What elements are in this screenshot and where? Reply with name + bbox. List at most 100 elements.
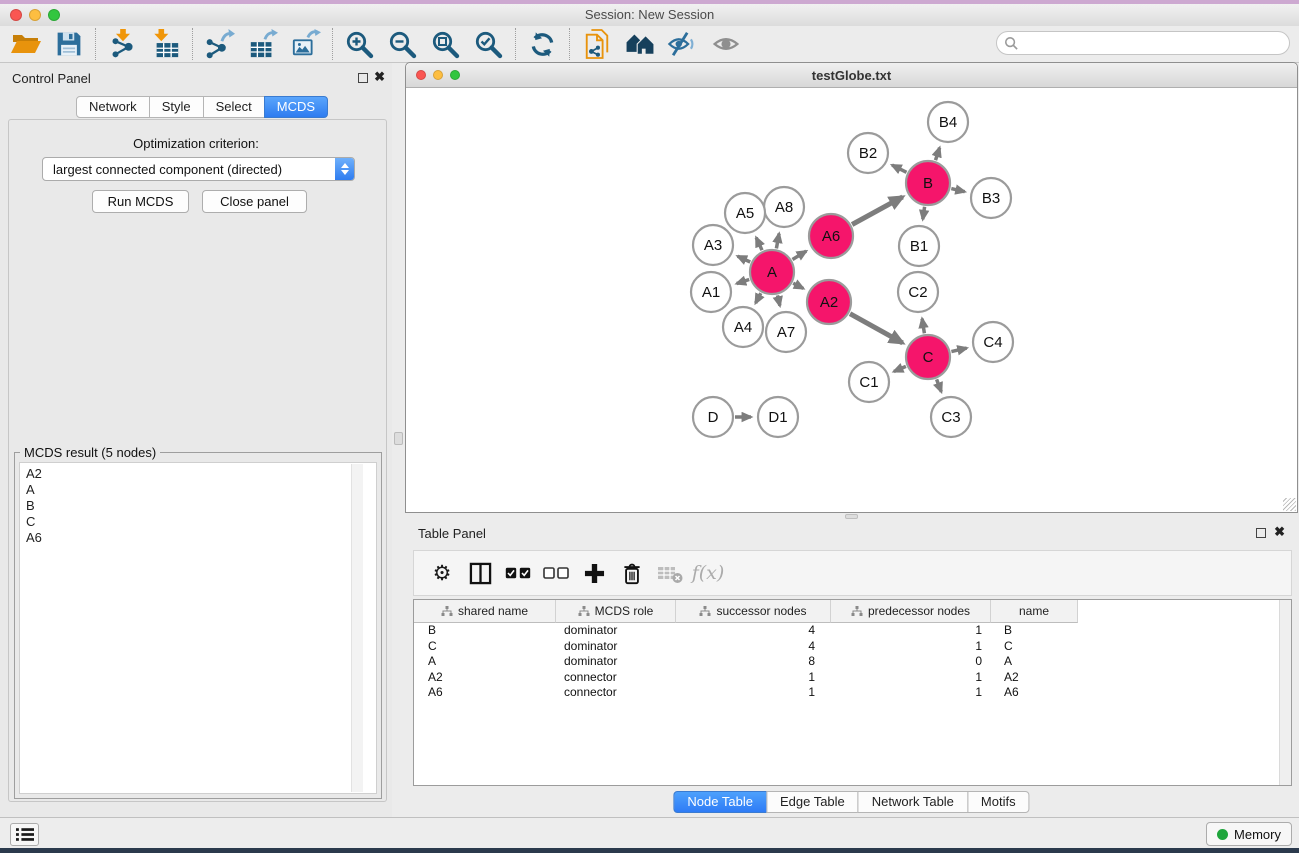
- deselect-all-columns-button[interactable]: [542, 556, 570, 590]
- graph-edge-A6-B[interactable]: [852, 197, 903, 225]
- table-cell[interactable]: A: [991, 654, 1078, 670]
- network-list-button[interactable]: [10, 823, 39, 846]
- graph-edge-A-A8[interactable]: [776, 234, 779, 249]
- graph-edge-B-B1[interactable]: [923, 207, 925, 220]
- create-new-column-button[interactable]: [580, 556, 608, 590]
- open-session-button[interactable]: [4, 26, 47, 62]
- table-row-A[interactable]: Adominator80A: [414, 654, 1291, 670]
- hide-selected-button[interactable]: [661, 26, 704, 62]
- delete-table-button[interactable]: [656, 556, 684, 590]
- tab-node-table[interactable]: Node Table: [673, 791, 767, 813]
- table-cell[interactable]: 1: [831, 639, 991, 655]
- table-row-B[interactable]: Bdominator41B: [414, 623, 1291, 639]
- run-mcds-button[interactable]: Run MCDS: [92, 190, 189, 213]
- graph-node-A4[interactable]: A4: [723, 307, 763, 347]
- graph-node-C4[interactable]: C4: [973, 322, 1013, 362]
- zoom-selected-button[interactable]: [467, 26, 510, 62]
- result-list-item[interactable]: C: [26, 514, 376, 530]
- table-cell[interactable]: connector: [556, 685, 676, 701]
- result-list-item[interactable]: A6: [26, 530, 376, 546]
- table-cell[interactable]: A: [414, 654, 556, 670]
- table-cell[interactable]: 1: [831, 623, 991, 639]
- table-cell[interactable]: 4: [676, 639, 831, 655]
- show-hidden-button[interactable]: [704, 26, 747, 62]
- graph-node-A[interactable]: A: [750, 250, 794, 294]
- export-image-button[interactable]: [284, 26, 327, 62]
- graph-edge-A-A4[interactable]: [756, 293, 761, 303]
- table-cell[interactable]: A6: [991, 685, 1078, 701]
- graph-node-A6[interactable]: A6: [809, 214, 853, 258]
- tab-motifs[interactable]: Motifs: [967, 791, 1030, 813]
- graph-node-C2[interactable]: C2: [898, 272, 938, 312]
- graph-edge-C-C4[interactable]: [951, 348, 966, 352]
- close-panel-icon[interactable]: ✖: [374, 69, 385, 85]
- tab-style[interactable]: Style: [149, 96, 204, 118]
- graph-node-A8[interactable]: A8: [764, 187, 804, 227]
- new-network-from-selection-button[interactable]: [575, 26, 618, 62]
- panel-splitter-horizontal[interactable]: [405, 513, 1299, 520]
- float-panel-icon[interactable]: [1256, 528, 1266, 538]
- tab-select[interactable]: Select: [203, 96, 265, 118]
- table-cell[interactable]: 4: [676, 623, 831, 639]
- column-settings-button[interactable]: ⚙: [428, 556, 456, 590]
- table-row-C[interactable]: Cdominator41C: [414, 639, 1291, 655]
- table-cell[interactable]: 1: [676, 670, 831, 686]
- graph-edge-C-C1[interactable]: [894, 366, 906, 371]
- refresh-view-button[interactable]: [521, 26, 564, 62]
- table-row-A2[interactable]: A2connector11A2: [414, 670, 1291, 686]
- table-cell[interactable]: B: [414, 623, 556, 639]
- graph-edge-B-B4[interactable]: [936, 148, 940, 161]
- float-panel-icon[interactable]: [358, 73, 368, 83]
- graph-node-C[interactable]: C: [906, 335, 950, 379]
- table-cell[interactable]: C: [414, 639, 556, 655]
- graph-node-B[interactable]: B: [906, 161, 950, 205]
- graph-edge-A2-C[interactable]: [850, 314, 903, 343]
- table-cell[interactable]: dominator: [556, 639, 676, 655]
- graph-node-D1[interactable]: D1: [758, 397, 798, 437]
- graph-edge-A-A6[interactable]: [793, 251, 807, 259]
- column-header-successor-nodes[interactable]: successor nodes: [676, 600, 831, 623]
- tab-network[interactable]: Network: [76, 96, 150, 118]
- zoom-in-button[interactable]: [338, 26, 381, 62]
- memory-button[interactable]: Memory: [1206, 822, 1292, 846]
- splitter-handle[interactable]: [394, 432, 403, 445]
- table-cell[interactable]: C: [991, 639, 1078, 655]
- graph-node-B4[interactable]: B4: [928, 102, 968, 142]
- table-cell[interactable]: A6: [414, 685, 556, 701]
- table-cell[interactable]: B: [991, 623, 1078, 639]
- search-input[interactable]: [1019, 33, 1289, 53]
- cybrowser-home-button[interactable]: [618, 26, 661, 62]
- graph-node-B2[interactable]: B2: [848, 133, 888, 173]
- table-cell[interactable]: 8: [676, 654, 831, 670]
- table-cell[interactable]: 1: [831, 685, 991, 701]
- graph-node-C1[interactable]: C1: [849, 362, 889, 402]
- optimization-criterion-dropdown[interactable]: largest connected component (directed): [42, 157, 355, 181]
- graph-node-B1[interactable]: B1: [899, 226, 939, 266]
- graph-edge-C-C3[interactable]: [937, 379, 942, 391]
- zoom-fit-button[interactable]: [424, 26, 467, 62]
- result-list-item[interactable]: A: [26, 482, 376, 498]
- zoom-out-button[interactable]: [381, 26, 424, 62]
- table-cell[interactable]: dominator: [556, 654, 676, 670]
- graph-node-C3[interactable]: C3: [931, 397, 971, 437]
- graph-node-A1[interactable]: A1: [691, 272, 731, 312]
- graph-edge-A-A1[interactable]: [737, 280, 750, 284]
- graph-node-D[interactable]: D: [693, 397, 733, 437]
- table-scrollbar[interactable]: [1279, 600, 1291, 785]
- result-list-scrollbar[interactable]: [351, 464, 363, 792]
- table-cell[interactable]: 1: [831, 670, 991, 686]
- select-all-columns-button[interactable]: [504, 556, 532, 590]
- result-list-item[interactable]: A2: [26, 466, 376, 482]
- table-cell[interactable]: 1: [676, 685, 831, 701]
- table-cell[interactable]: A2: [991, 670, 1078, 686]
- tab-mcds[interactable]: MCDS: [264, 96, 328, 118]
- panel-splitter-vertical[interactable]: [392, 63, 405, 817]
- tab-network-table[interactable]: Network Table: [858, 791, 968, 813]
- column-header-MCDS-role[interactable]: MCDS role: [556, 600, 676, 623]
- result-list-item[interactable]: B: [26, 498, 376, 514]
- mcds-result-list[interactable]: A2ABCA6: [19, 462, 377, 794]
- table-row-A6[interactable]: A6connector11A6: [414, 685, 1291, 701]
- close-panel-icon[interactable]: ✖: [1274, 524, 1285, 540]
- splitter-handle[interactable]: [845, 514, 858, 519]
- network-canvas[interactable]: B4B2BB3A8A5A6A3B1AA1C2A2A4A7C4CC1C3DD1: [406, 88, 1297, 512]
